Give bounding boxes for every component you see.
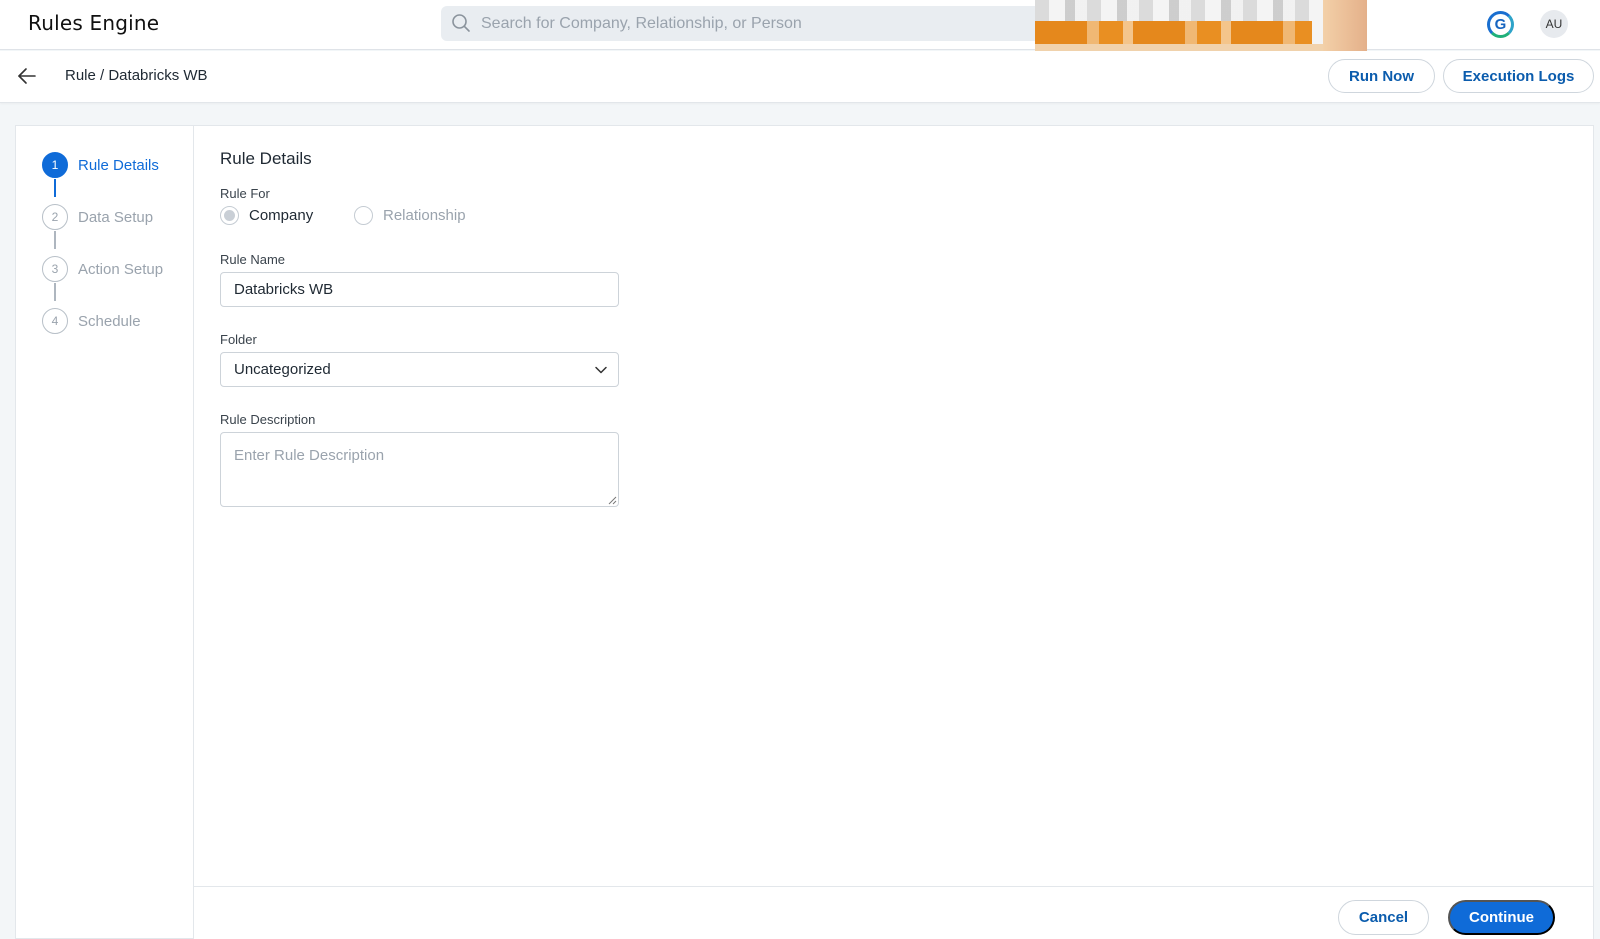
step-connector (54, 283, 56, 301)
resize-handle-icon[interactable] (608, 496, 617, 505)
execution-logs-button[interactable]: Execution Logs (1443, 59, 1594, 93)
step-label: Action Setup (78, 260, 164, 278)
step-action-setup[interactable]: 3 Action Setup (42, 255, 163, 283)
search-icon (452, 14, 470, 32)
rule-description-textarea[interactable] (220, 432, 619, 507)
step-label: Data Setup (78, 208, 154, 226)
rule-name-input[interactable] (220, 272, 619, 307)
top-bar: Rules Engine G AU (0, 0, 1600, 51)
step-number: 3 (42, 256, 68, 282)
rule-for-label: Rule For (220, 186, 270, 201)
folder-selected-value: Uncategorized (234, 361, 331, 378)
description-label: Rule Description (220, 412, 316, 427)
folder-select[interactable]: Uncategorized (220, 352, 619, 387)
arrow-left-icon[interactable] (16, 65, 38, 87)
radio-indicator (354, 206, 373, 225)
step-connector (54, 231, 56, 249)
stepper: 1 Rule Details 2 Data Setup 3 Action Set… (16, 126, 194, 938)
page-header: Rule / Databricks WB Run Now Execution L… (0, 51, 1600, 103)
step-data-setup[interactable]: 2 Data Setup (42, 203, 153, 231)
chevron-down-icon (595, 366, 607, 374)
step-number: 1 (42, 152, 68, 178)
breadcrumb: Rule / Databricks WB (65, 67, 208, 84)
step-connector (54, 179, 56, 197)
redacted-region (1035, 0, 1367, 51)
cancel-button[interactable]: Cancel (1338, 900, 1429, 935)
radio-company[interactable]: Company (220, 206, 313, 225)
step-schedule[interactable]: 4 Schedule (42, 307, 141, 335)
user-avatar[interactable]: AU (1540, 10, 1568, 38)
run-now-button[interactable]: Run Now (1328, 59, 1435, 93)
radio-relationship[interactable]: Relationship (354, 206, 466, 225)
rule-name-label: Rule Name (220, 252, 286, 267)
folder-label: Folder (220, 332, 257, 347)
step-number: 4 (42, 308, 68, 334)
product-logo-icon[interactable]: G (1487, 11, 1514, 38)
continue-button[interactable]: Continue (1448, 900, 1555, 935)
rule-editor-card: 1 Rule Details 2 Data Setup 3 Action Set… (15, 125, 1594, 939)
step-label: Rule Details (78, 156, 159, 174)
section-title: Rule Details (220, 149, 312, 168)
app-title: Rules Engine (28, 11, 160, 35)
radio-label: Relationship (383, 207, 466, 224)
form-footer: Cancel Continue (194, 886, 1593, 939)
step-number: 2 (42, 204, 68, 230)
radio-label: Company (249, 207, 314, 224)
step-rule-details[interactable]: 1 Rule Details (42, 151, 159, 179)
radio-indicator (220, 206, 239, 225)
step-label: Schedule (78, 312, 141, 330)
search-input[interactable] (481, 6, 1041, 41)
